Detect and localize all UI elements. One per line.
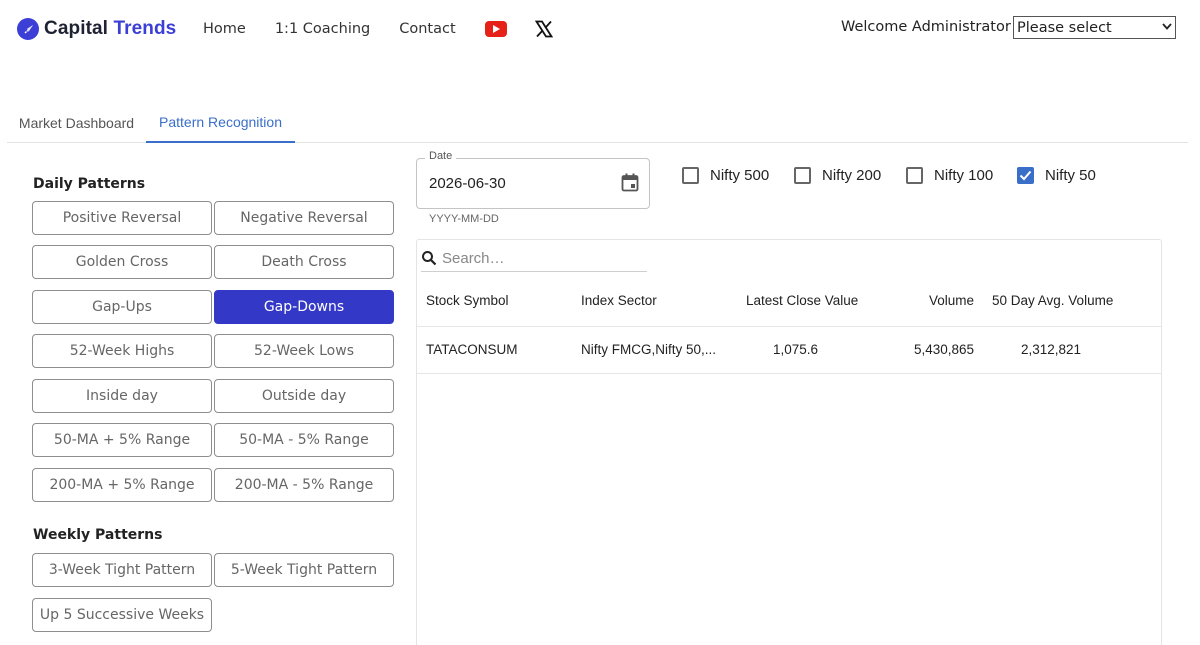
date-field-value[interactable]: 2026-06-30 [429, 175, 506, 192]
pattern-button-negative-reversal[interactable]: Negative Reversal [214, 201, 394, 235]
nav-home[interactable]: Home [203, 21, 246, 37]
pattern-button-inside-day[interactable]: Inside day [32, 379, 212, 413]
cell-volume: 5,430,865 [914, 342, 975, 357]
tab-market-dashboard[interactable]: Market Dashboard [7, 103, 146, 143]
pattern-button-positive-reversal[interactable]: Positive Reversal [32, 201, 212, 235]
pattern-button-gap-ups[interactable]: Gap-Ups [32, 290, 212, 324]
pattern-button-200ma-plus[interactable]: 200-MA + 5% Range [32, 468, 212, 502]
checkbox-label: Nifty 100 [934, 167, 994, 184]
user-select[interactable]: Please select [1013, 16, 1176, 39]
cell-sector: Nifty FMCG,Nifty 50,... [581, 342, 717, 357]
checkbox-nifty-500[interactable]: Nifty 500 [682, 167, 769, 184]
checkbox-box-checked[interactable] [1017, 167, 1034, 184]
weekly-patterns-title: Weekly Patterns [33, 527, 163, 543]
pattern-button-3-week-tight[interactable]: 3-Week Tight Pattern [32, 553, 212, 587]
x-twitter-icon[interactable] [534, 20, 553, 38]
column-header-avg-volume[interactable]: 50 Day Avg. Volume [992, 293, 1113, 308]
pattern-button-5-week-tight[interactable]: 5-Week Tight Pattern [214, 553, 394, 587]
user-select-value: Please select [1017, 19, 1112, 36]
tab-bar: Market Dashboard Pattern Recognition [7, 103, 1188, 143]
youtube-icon[interactable] [484, 21, 507, 37]
checkbox-box[interactable] [682, 167, 699, 184]
checkbox-box[interactable] [794, 167, 811, 184]
column-header-sector[interactable]: Index Sector [581, 293, 657, 308]
checkbox-nifty-100[interactable]: Nifty 100 [906, 167, 993, 184]
welcome-text: Welcome Administrator [841, 19, 1011, 35]
brand-name: Capital Trends [44, 18, 177, 39]
column-header-volume[interactable]: Volume [929, 293, 974, 308]
pattern-button-52-week-highs[interactable]: 52-Week Highs [32, 334, 212, 368]
checkmark-icon [1019, 170, 1032, 181]
cell-avg-volume: 2,312,821 [1021, 342, 1082, 357]
app-header: Capital Trends Home 1:1 Coaching Contact… [0, 0, 1200, 60]
pattern-button-52-week-lows[interactable]: 52-Week Lows [214, 334, 394, 368]
date-field-label: Date [425, 150, 457, 162]
brand-logo[interactable]: Capital Trends [17, 18, 176, 40]
pattern-button-50ma-minus[interactable]: 50-MA - 5% Range [214, 423, 394, 457]
pattern-button-up-5-weeks[interactable]: Up 5 Successive Weeks [32, 598, 212, 632]
main-nav: Home 1:1 Coaching Contact [203, 20, 553, 38]
calendar-icon[interactable] [621, 173, 639, 192]
checkbox-label: Nifty 500 [710, 167, 770, 184]
nav-contact[interactable]: Contact [399, 21, 455, 37]
checkbox-nifty-50[interactable]: Nifty 50 [1017, 167, 1096, 184]
checkbox-box[interactable] [906, 167, 923, 184]
pattern-button-death-cross[interactable]: Death Cross [214, 245, 394, 279]
pattern-button-outside-day[interactable]: Outside day [214, 379, 394, 413]
date-helper-text: YYYY-MM-DD [429, 213, 499, 225]
pattern-button-200ma-minus[interactable]: 200-MA - 5% Range [214, 468, 394, 502]
pattern-button-golden-cross[interactable]: Golden Cross [32, 245, 212, 279]
tab-pattern-recognition[interactable]: Pattern Recognition [146, 103, 295, 143]
pattern-button-50ma-plus[interactable]: 50-MA + 5% Range [32, 423, 212, 457]
rocket-icon [17, 18, 39, 40]
chevron-down-icon [1162, 22, 1172, 33]
daily-patterns-title: Daily Patterns [33, 176, 146, 192]
pattern-button-gap-downs[interactable]: Gap-Downs [214, 290, 394, 324]
checkbox-label: Nifty 50 [1045, 167, 1096, 184]
nav-coaching[interactable]: 1:1 Coaching [275, 21, 370, 37]
checkbox-label: Nifty 200 [822, 167, 882, 184]
search-icon [422, 251, 437, 266]
cell-close: 1,075.6 [773, 342, 819, 357]
search-placeholder: Search… [442, 249, 505, 267]
search-input[interactable]: Search… [421, 245, 647, 272]
cell-symbol: TATACONSUM [426, 342, 518, 357]
column-header-close[interactable]: Latest Close Value [746, 293, 858, 308]
column-header-symbol[interactable]: Stock Symbol [426, 293, 509, 308]
checkbox-nifty-200[interactable]: Nifty 200 [794, 167, 881, 184]
